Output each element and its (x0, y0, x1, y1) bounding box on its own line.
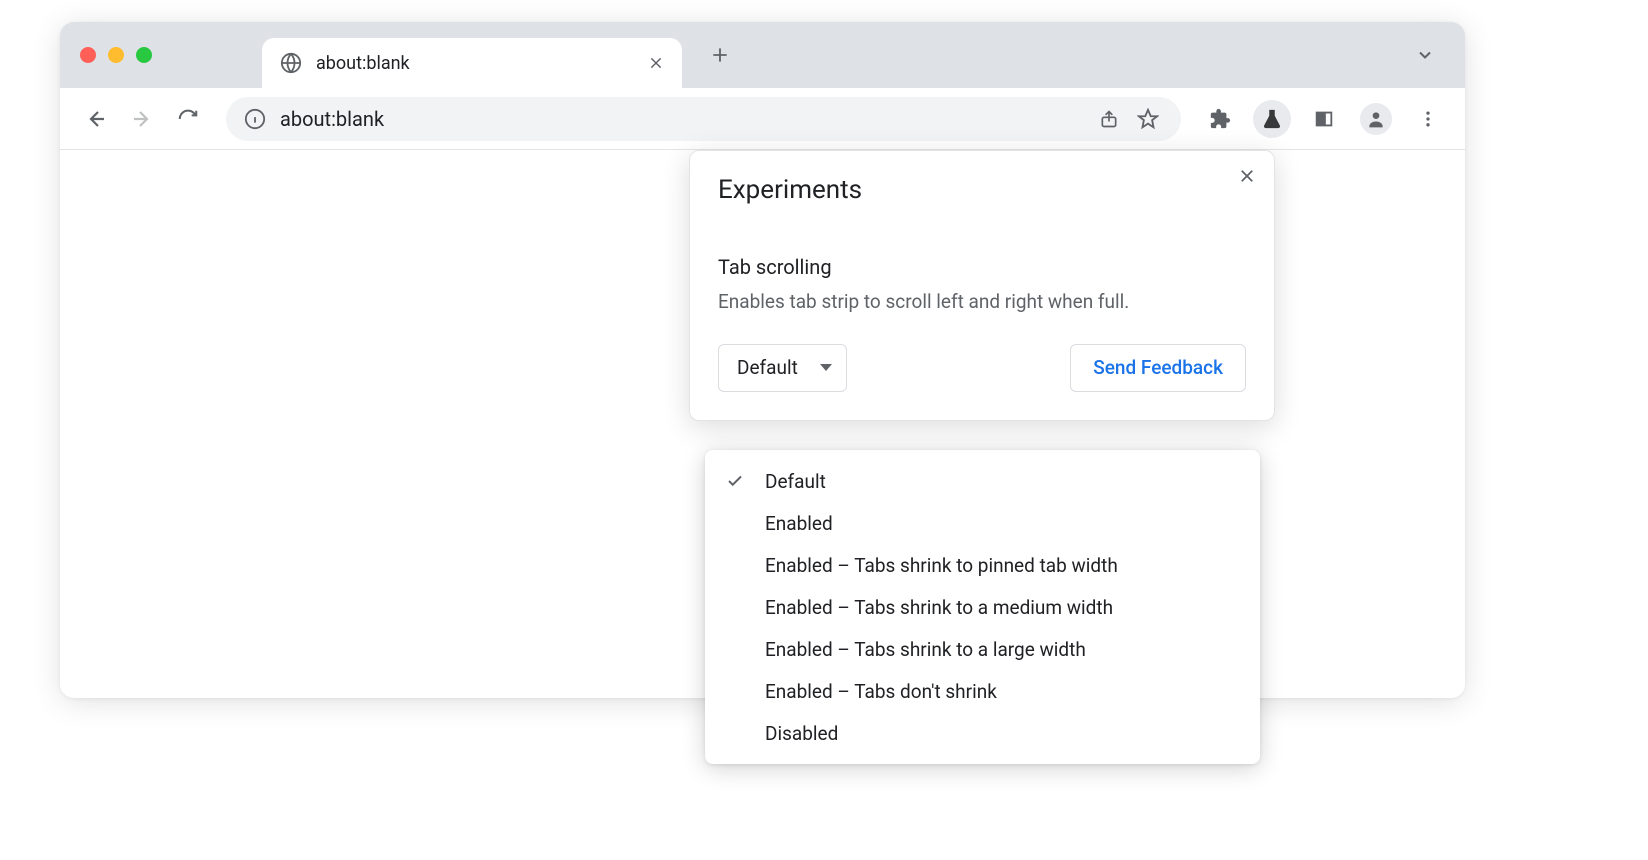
popup-title: Experiments (718, 175, 1246, 205)
tab-strip: about:blank (60, 22, 1465, 88)
dropdown-option[interactable]: Enabled – Tabs shrink to pinned tab widt… (705, 544, 1260, 586)
experiment-description: Enables tab strip to scroll left and rig… (718, 289, 1246, 316)
close-window-button[interactable] (80, 47, 96, 63)
toolbar-right (1201, 100, 1447, 138)
toolbar: about:blank (60, 88, 1465, 150)
select-value: Default (737, 356, 798, 379)
dropdown-option-label: Enabled – Tabs shrink to a large width (765, 638, 1086, 661)
maximize-window-button[interactable] (136, 47, 152, 63)
dropdown-option-label: Default (765, 470, 826, 493)
address-text: about:blank (280, 107, 384, 131)
bookmark-icon[interactable] (1137, 108, 1159, 130)
send-feedback-button[interactable]: Send Feedback (1070, 344, 1246, 392)
experiments-popup: Experiments Tab scrolling Enables tab st… (689, 150, 1275, 421)
avatar-icon (1360, 103, 1392, 135)
new-tab-button[interactable] (700, 35, 740, 75)
experiment-select[interactable]: Default (718, 344, 847, 392)
tab-overflow-button[interactable] (1407, 37, 1443, 73)
caret-down-icon (820, 364, 832, 371)
tab-close-button[interactable] (648, 55, 664, 71)
window-controls (80, 47, 152, 63)
check-icon (723, 472, 747, 490)
dropdown-option[interactable]: Default (705, 460, 1260, 502)
popup-close-button[interactable] (1238, 167, 1256, 185)
dropdown-option-label: Enabled – Tabs don't shrink (765, 680, 997, 703)
feedback-label: Send Feedback (1093, 356, 1223, 379)
browser-tab[interactable]: about:blank (262, 38, 682, 88)
extensions-button[interactable] (1201, 100, 1239, 138)
dropdown-option[interactable]: Enabled (705, 502, 1260, 544)
reload-button[interactable] (170, 101, 206, 137)
side-panel-button[interactable] (1305, 100, 1343, 138)
dropdown-option[interactable]: Disabled (705, 712, 1260, 754)
address-bar[interactable]: about:blank (226, 97, 1181, 141)
dropdown-option[interactable]: Enabled – Tabs shrink to a large width (705, 628, 1260, 670)
minimize-window-button[interactable] (108, 47, 124, 63)
experiment-name: Tab scrolling (718, 255, 1246, 279)
dropdown-option-label: Enabled – Tabs shrink to a medium width (765, 596, 1113, 619)
dropdown-option-label: Disabled (765, 722, 838, 745)
browser-window: about:blank about:blank (60, 22, 1465, 698)
dropdown-option[interactable]: Enabled – Tabs don't shrink (705, 670, 1260, 712)
share-icon[interactable] (1099, 109, 1119, 129)
tab-title: about:blank (316, 53, 410, 74)
menu-button[interactable] (1409, 100, 1447, 138)
dropdown-option-label: Enabled (765, 512, 833, 535)
dropdown-option[interactable]: Enabled – Tabs shrink to a medium width (705, 586, 1260, 628)
select-dropdown: Default Enabled Enabled – Tabs shrink to p… (705, 450, 1260, 764)
profile-button[interactable] (1357, 100, 1395, 138)
forward-button[interactable] (124, 101, 160, 137)
experiments-button[interactable] (1253, 100, 1291, 138)
back-button[interactable] (78, 101, 114, 137)
dropdown-option-label: Enabled – Tabs shrink to pinned tab widt… (765, 554, 1118, 577)
site-info-icon[interactable] (244, 108, 266, 130)
globe-icon (280, 52, 302, 74)
